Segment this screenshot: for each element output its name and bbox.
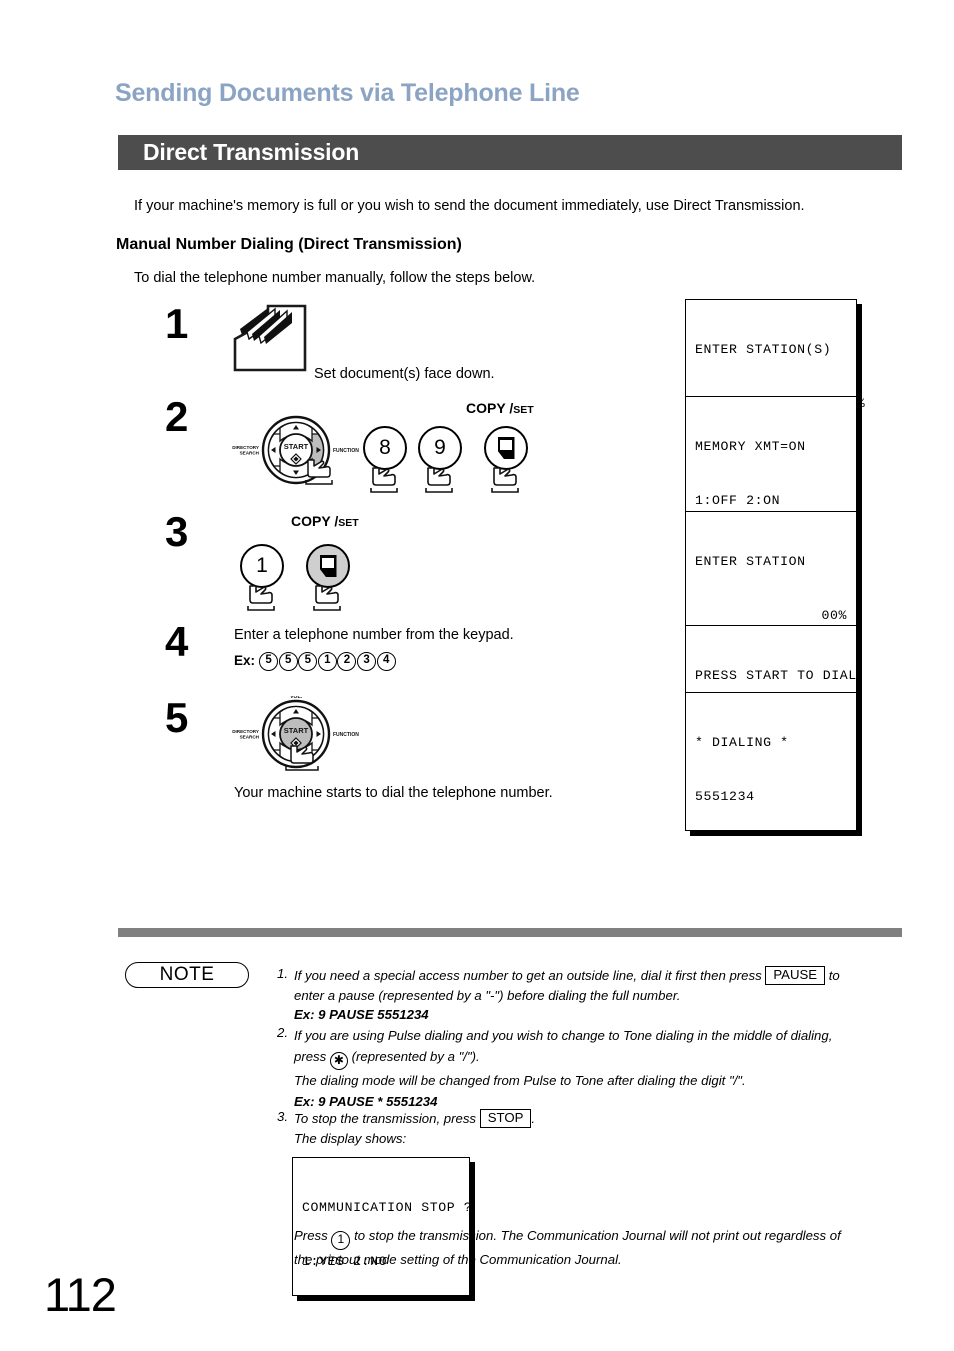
example-digit: 5 [259,652,279,671]
subsection-lead: To dial the telephone number manually, f… [134,270,536,286]
note-2-line-2b: (represented by a "/"). [351,1049,480,1064]
lcd-line-1: MEMORY XMT=ON [695,439,806,454]
page-corner-icon [497,437,515,459]
note-2-line-2a: press [294,1049,327,1064]
note-item-1: If you need a special access number to g… [294,966,904,1025]
stop-keycap: STOP [479,1109,532,1128]
hand-pointer-icon [313,585,341,611]
closing-line-2: the printout mode setting of the Communi… [294,1252,622,1267]
section-header-bar: Direct Transmission [118,135,902,170]
keypad-button-8-label: 8 [379,436,391,459]
step-1-caption: Set document(s) face down. [314,366,495,382]
svg-text:DIRECTORY: DIRECTORY [232,445,259,450]
keypad-button-1-label: 1 [256,554,268,577]
step-number-3: 3 [165,508,189,555]
svg-text:DIRECTORY: DIRECTORY [232,729,259,734]
note-item-3: To stop the transmission, press STOP. Th… [294,1109,904,1148]
set-label: SET [513,404,534,416]
copy-set-button-step-2[interactable] [484,426,528,470]
example-digit: 2 [337,652,357,671]
step-5-caption: Your machine starts to dial the telephon… [234,785,553,801]
step-4-caption: Enter a telephone number from the keypad… [234,627,514,643]
step-4-example: Ex: 5551234 [234,652,396,671]
note-3-text-b: . [531,1111,536,1126]
lcd-line-1: ENTER STATION [695,554,806,569]
copy-label: COPY / [291,513,339,529]
svg-text:START: START [284,726,309,735]
note-item-number-1: 1. [277,966,288,981]
lcd-line-2: 5551234 [695,789,755,804]
subsection-heading: Manual Number Dialing (Direct Transmissi… [116,236,462,253]
asterisk-key-icon: ✱ [329,1052,348,1070]
lcd-line-1: * DIALING * [695,735,789,750]
note-1-text-b: to [828,968,840,983]
page-title: Sending Documents via Telephone Line [115,79,580,107]
lcd-display-step-5: * DIALING * 5551234 [685,692,857,831]
note-item-number-3: 3. [277,1109,288,1124]
hand-pointer-icon [247,585,275,611]
example-digit: 3 [357,652,377,671]
example-digit: 4 [376,652,396,671]
svg-text:FUNCTION: FUNCTION [333,448,359,454]
lcd-line-1: COMMUNICATION STOP ? [302,1200,473,1215]
copy-set-button-step-3[interactable] [306,544,350,588]
example-label: Ex: [234,653,256,669]
page-corner-icon [319,555,337,577]
page-number: 112 [44,1268,117,1321]
note-3-text-a: To stop the transmission, press [294,1111,477,1126]
example-digit: 1 [317,652,337,671]
keypad-button-9-label: 9 [434,436,446,459]
closing-text-b: to stop the transmission. The Communicat… [354,1228,841,1243]
note-1-text-a: If you need a special access number to g… [294,968,762,983]
note-2-line-1: If you are using Pulse dialing and you w… [294,1028,833,1043]
step-number-5: 5 [165,694,189,741]
lcd-line-1: PRESS START TO DIAL [695,668,857,683]
example-digit: 5 [278,652,298,671]
note-1-example: Ex: 9 PAUSE 5551234 [294,1007,429,1022]
note-2-line-3: The dialing mode will be changed from Pu… [294,1073,746,1088]
step-number-4: 4 [165,618,189,665]
lcd-line-1: ENTER STATION(S) [695,342,832,357]
hand-pointer-icon [425,467,453,493]
closing-text-a: Press [294,1228,328,1243]
hand-pointer-icon [491,467,519,493]
note-3-line-2: The display shows: [294,1130,407,1146]
copy-set-label-step-2: COPY /SET [466,400,534,418]
note-closing-paragraph: Press 1 to stop the transmission. The Co… [294,1226,909,1270]
svg-text:VOL.: VOL. [290,414,303,416]
note-item-2: If you are using Pulse dialing and you w… [294,1025,909,1112]
svg-text:FUNCTION: FUNCTION [333,732,359,738]
lcd-line-2: 1:OFF 2:ON [695,493,781,508]
navigation-dial-step-2[interactable]: START VOL. DIRECTORY SEARCH FUNCTION [228,414,378,492]
note-badge: NOTE [125,962,249,988]
svg-text:SEARCH: SEARCH [240,450,260,455]
note-divider [118,928,902,937]
svg-text:START: START [284,442,309,451]
step-number-1: 1 [165,300,189,347]
set-label: SET [338,517,359,529]
example-digit: 5 [298,652,318,671]
navigation-dial-step-5[interactable]: START VOL. DIRECTORY SEARCH FUNCTION [228,696,378,778]
section-title: Direct Transmission [143,139,360,165]
copy-label: COPY / [466,400,514,416]
svg-text:VOL.: VOL. [290,696,303,700]
note-2-example: Ex: 9 PAUSE * 5551234 [294,1094,438,1109]
circled-one-icon: 1 [331,1231,351,1250]
pause-keycap: PAUSE [765,966,826,985]
keypad-button-9[interactable]: 9 [418,426,462,470]
lcd-line-2: 00% [821,608,847,623]
hand-pointer-icon [370,467,398,493]
intro-paragraph: If your machine's memory is full or you … [134,198,805,214]
note-1-line-2: enter a pause (represented by a "-") bef… [294,987,681,1003]
svg-text:SEARCH: SEARCH [240,734,260,739]
copy-set-label-step-3: COPY /SET [291,513,359,531]
step-number-2: 2 [165,393,189,440]
keypad-button-8[interactable]: 8 [363,426,407,470]
note-item-number-2: 2. [277,1025,288,1040]
document-tray-icon [233,304,307,372]
keypad-button-1[interactable]: 1 [240,544,284,588]
